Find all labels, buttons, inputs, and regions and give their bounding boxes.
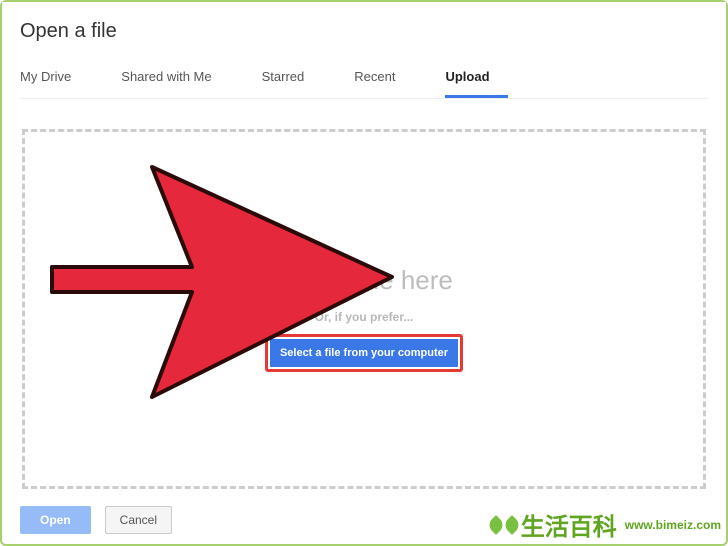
dialog-title: Open a file: [20, 20, 708, 43]
cancel-button[interactable]: Cancel: [105, 506, 172, 534]
leaf-icon: [502, 515, 522, 535]
open-file-dialog: Open a file My Drive Shared with Me Star…: [2, 2, 726, 489]
upload-panel: Drag a file here Or, if you prefer... Se…: [20, 99, 708, 489]
leaf-icon: [486, 515, 506, 535]
watermark-text-cn: 生活百科: [521, 507, 617, 542]
tab-shared-with-me[interactable]: Shared with Me: [121, 61, 229, 98]
dropzone-main-text: Drag a file here: [275, 265, 453, 296]
file-dropzone[interactable]: Drag a file here Or, if you prefer... Se…: [22, 129, 706, 489]
tab-recent[interactable]: Recent: [354, 61, 413, 98]
tab-starred[interactable]: Starred: [262, 61, 323, 98]
tab-upload[interactable]: Upload: [445, 61, 507, 98]
open-button[interactable]: Open: [20, 506, 91, 534]
dialog-footer: Open Cancel: [20, 506, 172, 534]
annotation-highlight-box: Select a file from your computer: [265, 334, 463, 372]
file-picker-tabs: My Drive Shared with Me Starred Recent U…: [20, 61, 708, 99]
select-file-button[interactable]: Select a file from your computer: [270, 339, 458, 367]
watermark-url: www.bimeiz.com: [625, 518, 721, 532]
tab-my-drive[interactable]: My Drive: [20, 61, 89, 98]
watermark: 生活百科 www.bimeiz.com: [489, 507, 721, 542]
dropzone-sub-text: Or, if you prefer...: [315, 310, 414, 324]
